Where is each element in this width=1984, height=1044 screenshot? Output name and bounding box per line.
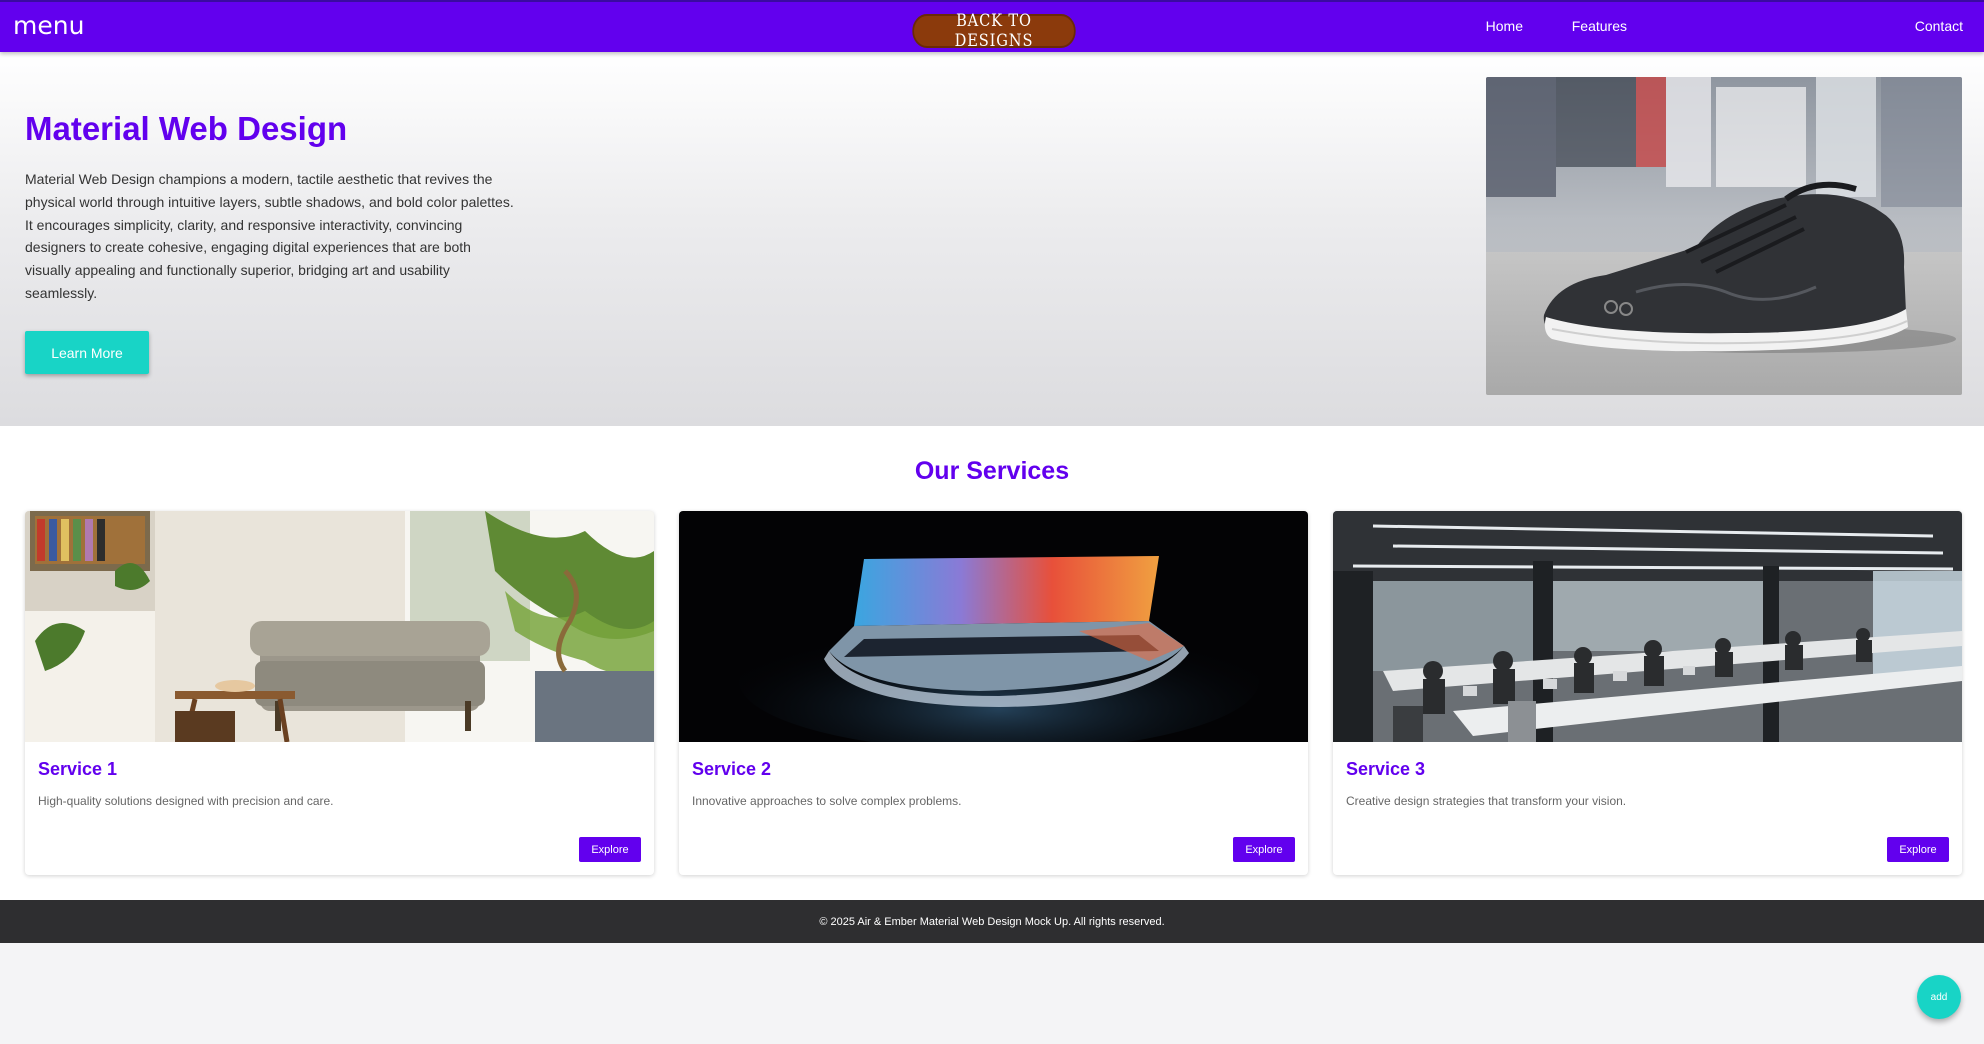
nav-link-home[interactable]: Home xyxy=(1486,18,1523,34)
service-card-3: Service 3 Creative design strategies tha… xyxy=(1333,511,1962,875)
service-card-1-title: Service 1 xyxy=(38,759,118,779)
service-card-3-explore-button[interactable]: Explore xyxy=(1887,837,1949,862)
service-card-2: Service 2 Innovative approaches to solve… xyxy=(679,511,1308,875)
menu-button[interactable]: menu xyxy=(13,12,84,40)
footer: © 2025 Air & Ember Material Web Design M… xyxy=(0,900,1984,943)
service-card-2-explore-button[interactable]: Explore xyxy=(1233,837,1295,862)
back-to-designs-button[interactable]: BACK TO DESIGNS xyxy=(912,11,1076,51)
hero-description: Material Web Design champions a modern, … xyxy=(25,171,514,301)
service-card-1-description: High-quality solutions designed with pre… xyxy=(38,794,334,808)
service-card-2-description: Innovative approaches to solve complex p… xyxy=(692,794,962,808)
services-title: Our Services xyxy=(914,457,1070,485)
footer-copyright: © 2025 Air & Ember Material Web Design M… xyxy=(819,915,1165,928)
top-app-bar: menu BACK TO DESIGNS Home Features Conta… xyxy=(0,0,1984,52)
office-image xyxy=(1333,511,1962,742)
nav-link-contact[interactable]: Contact xyxy=(1915,18,1963,34)
service-card-2-title: Service 2 xyxy=(692,759,772,779)
service-card-1-explore-button[interactable]: Explore xyxy=(579,837,641,862)
add-fab-button[interactable]: add xyxy=(1917,975,1961,1019)
service-card-3-description: Creative design strategies that transfor… xyxy=(1346,794,1627,808)
nav-link-features[interactable]: Features xyxy=(1572,18,1627,34)
hero-title: Material Web Design xyxy=(25,110,348,147)
living-room-image xyxy=(25,511,654,742)
sneaker-image xyxy=(1486,77,1962,395)
hero-section: Material Web Design Material Web Design … xyxy=(0,52,1984,426)
laptop-image xyxy=(679,511,1308,742)
learn-more-button[interactable]: Learn More xyxy=(25,331,149,374)
service-card-3-title: Service 3 xyxy=(1346,759,1426,779)
service-card-1: Service 1 High-quality solutions designe… xyxy=(25,511,654,875)
